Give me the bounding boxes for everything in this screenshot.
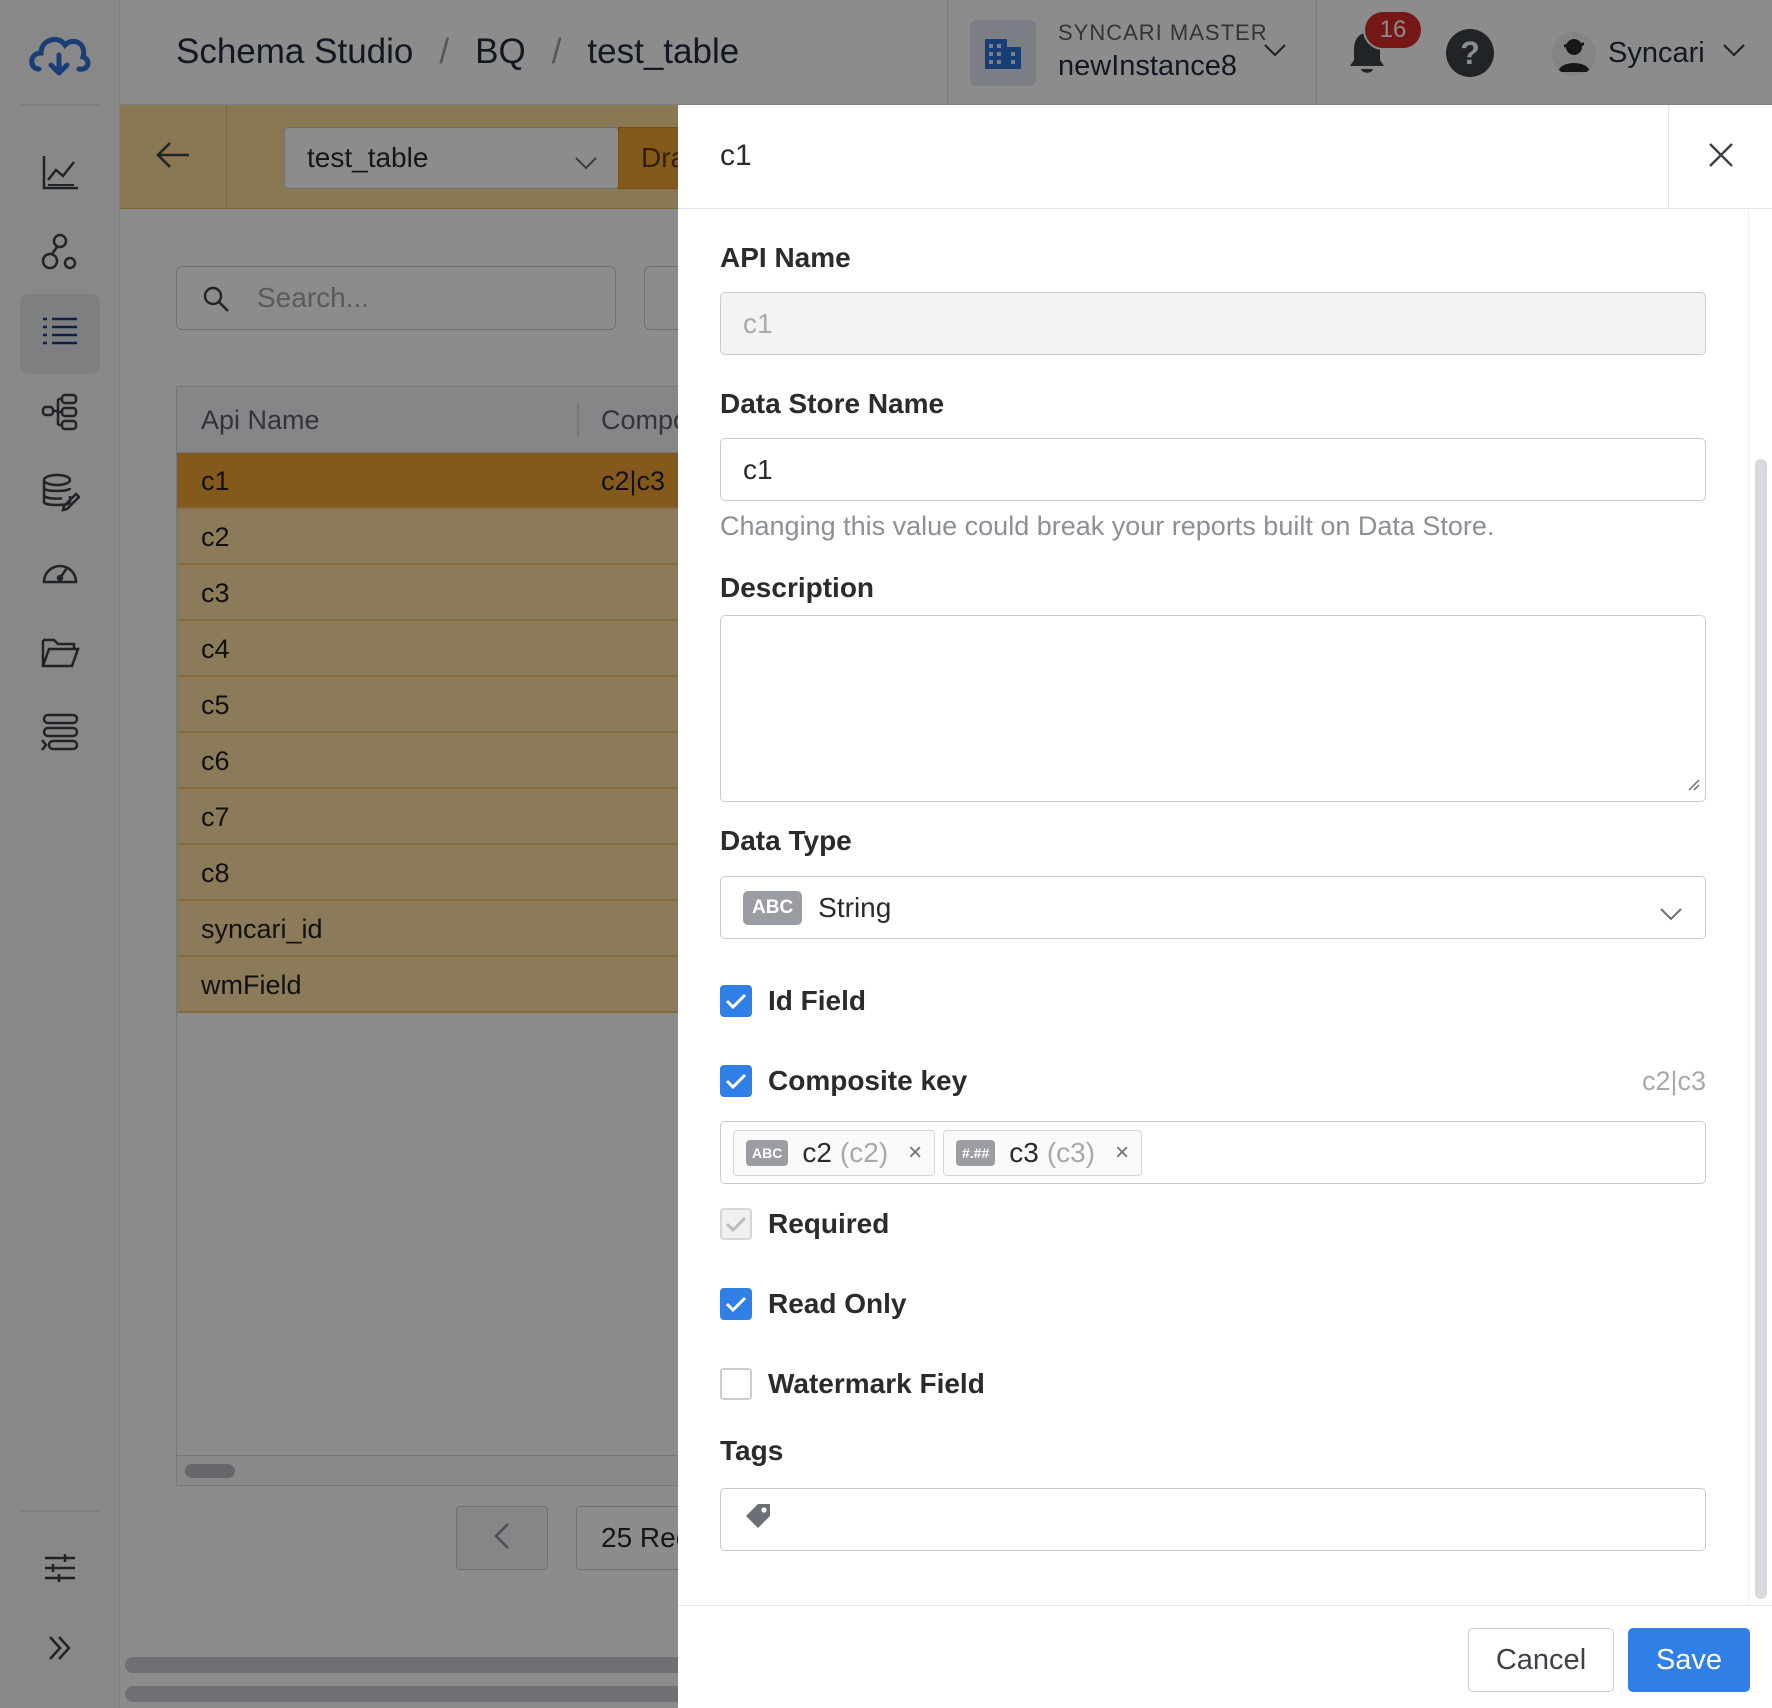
api-name-field: c1 xyxy=(720,292,1706,355)
composite-key-multiselect[interactable]: ABC c2 (c2) × #.## c3 (c3) × xyxy=(720,1121,1706,1184)
tags-label: Tags xyxy=(720,1435,784,1466)
remove-chip-icon[interactable]: × xyxy=(1115,1139,1129,1167)
composite-key-label: Composite key xyxy=(768,1065,968,1096)
checkmark-icon xyxy=(725,993,747,1010)
chip-api-name: (c3) xyxy=(1046,1137,1096,1168)
chip-name: c3 xyxy=(1009,1137,1039,1168)
composite-key-chip: ABC c2 (c2) × xyxy=(733,1130,936,1176)
chip-name: c2 xyxy=(802,1137,832,1168)
api-name-value: c1 xyxy=(743,307,773,339)
description-textarea[interactable] xyxy=(720,615,1706,802)
chip-api-name: (c2) xyxy=(839,1137,889,1168)
close-icon xyxy=(1707,141,1735,174)
resize-handle-icon[interactable] xyxy=(1685,776,1701,797)
description-label: Description xyxy=(720,572,875,603)
id-field-label: Id Field xyxy=(768,985,866,1016)
data-type-value: String xyxy=(818,891,892,923)
scrollbar-thumb[interactable] xyxy=(1755,459,1767,1599)
decimal-type-icon: #.## xyxy=(956,1140,996,1166)
data-store-name-hint: Changing this value could break your rep… xyxy=(720,511,1495,541)
drawer-scrollbar[interactable] xyxy=(1748,209,1772,1609)
tag-icon xyxy=(743,1501,773,1538)
required-checkbox xyxy=(720,1208,752,1240)
watermark-checkbox-row[interactable]: Watermark Field xyxy=(720,1366,985,1402)
required-label: Required xyxy=(768,1208,890,1239)
drawer-title: c1 xyxy=(720,139,752,172)
watermark-field-label: Watermark Field xyxy=(768,1368,985,1399)
drawer-header: c1 xyxy=(678,105,1772,209)
string-type-icon: ABC xyxy=(743,890,803,925)
data-store-name-value: c1 xyxy=(743,453,773,485)
id-field-checkbox[interactable] xyxy=(720,985,752,1017)
composite-key-checkbox[interactable] xyxy=(720,1065,752,1097)
data-type-label: Data Type xyxy=(720,825,852,856)
save-button[interactable]: Save xyxy=(1628,1628,1750,1692)
composite-key-checkbox-row[interactable]: Composite key xyxy=(720,1063,967,1099)
composite-key-value: c2|c3 xyxy=(1641,1066,1706,1096)
watermark-field-checkbox[interactable] xyxy=(720,1368,752,1400)
remove-chip-icon[interactable]: × xyxy=(908,1139,922,1167)
api-name-label: API Name xyxy=(720,242,851,273)
chevron-down-icon xyxy=(1659,897,1683,929)
composite-key-chip: #.## c3 (c3) × xyxy=(943,1130,1143,1176)
id-field-checkbox-row[interactable]: Id Field xyxy=(720,983,866,1019)
close-button[interactable] xyxy=(1668,105,1772,209)
data-store-name-label: Data Store Name xyxy=(720,388,945,419)
data-store-name-field[interactable]: c1 xyxy=(720,438,1706,501)
read-only-checkbox[interactable] xyxy=(720,1288,752,1320)
cancel-button[interactable]: Cancel xyxy=(1468,1628,1614,1692)
string-type-icon: ABC xyxy=(746,1140,789,1166)
drawer-footer: Cancel Save xyxy=(678,1605,1772,1708)
field-edit-drawer: c1 API Name c1 Data Store Name c1 Changi… xyxy=(678,105,1772,1708)
read-only-checkbox-row[interactable]: Read Only xyxy=(720,1286,906,1322)
checkmark-icon xyxy=(725,1073,747,1090)
tags-input[interactable] xyxy=(720,1488,1706,1551)
checkmark-icon xyxy=(725,1296,747,1313)
checkmark-icon xyxy=(725,1216,747,1233)
data-type-select[interactable]: ABC String xyxy=(720,876,1706,939)
required-checkbox-row: Required xyxy=(720,1206,889,1242)
read-only-label: Read Only xyxy=(768,1288,907,1319)
app-window: Schema Studio / BQ / test_table SYNCARI … xyxy=(0,0,1772,1708)
